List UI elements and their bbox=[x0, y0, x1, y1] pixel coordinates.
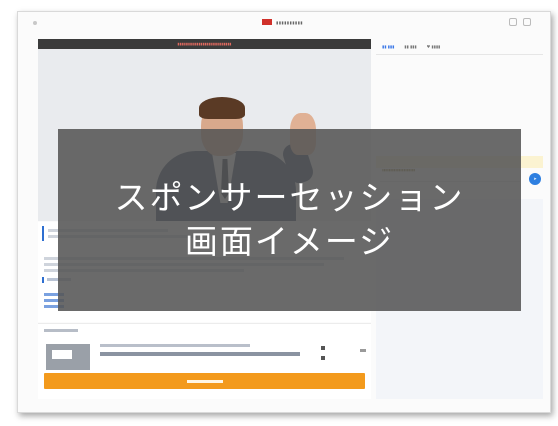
chat-tabs: ▮▮ ▮▮▮ ▮▮ ▮▮▮ ♥ ▮▮▮▮ bbox=[376, 39, 543, 55]
join-session-button[interactable] bbox=[44, 373, 365, 389]
top-icons bbox=[509, 18, 531, 26]
related-session-title[interactable] bbox=[100, 352, 300, 356]
chevron-down-icon[interactable] bbox=[321, 356, 325, 360]
tab-qa[interactable]: ▮▮ ▮▮▮ bbox=[404, 44, 416, 49]
related-session-count bbox=[360, 349, 366, 352]
brand-logo: ▮▮▮▮▮▮▮▮▮▮ bbox=[262, 19, 303, 25]
chevron-up-icon[interactable] bbox=[321, 346, 325, 350]
tab-likes[interactable]: ♥ ▮▮▮▮ bbox=[427, 44, 441, 49]
related-sessions-label bbox=[44, 329, 78, 332]
related-session-time bbox=[100, 344, 250, 347]
top-bar: ▮▮▮▮▮▮▮▮▮▮ bbox=[17, 11, 549, 39]
notice-banner: ▮▮▮▮▮▮▮▮▮▮▮▮▮▮▮▮▮▮▮▮▮▮▮▮▮▮▮▮ bbox=[38, 39, 371, 49]
brand-logo-icon bbox=[262, 19, 272, 25]
send-icon[interactable]: ➤ bbox=[529, 173, 541, 185]
overlay-title-line1: スポンサーセッション bbox=[114, 178, 465, 217]
user-icon[interactable] bbox=[509, 18, 517, 26]
overlay-title-line2: 画面イメージ bbox=[184, 222, 395, 261]
caption-overlay: スポンサーセッション 画面イメージ bbox=[58, 129, 521, 311]
speaker-hair bbox=[199, 97, 245, 119]
tab-chat[interactable]: ▮▮ ▮▮▮ bbox=[382, 44, 394, 49]
settings-icon[interactable] bbox=[523, 18, 531, 26]
brand-wordmark: ▮▮▮▮▮▮▮▮▮▮ bbox=[276, 19, 304, 25]
session-thumbnail[interactable] bbox=[46, 344, 90, 370]
menu-icon[interactable] bbox=[33, 21, 37, 25]
